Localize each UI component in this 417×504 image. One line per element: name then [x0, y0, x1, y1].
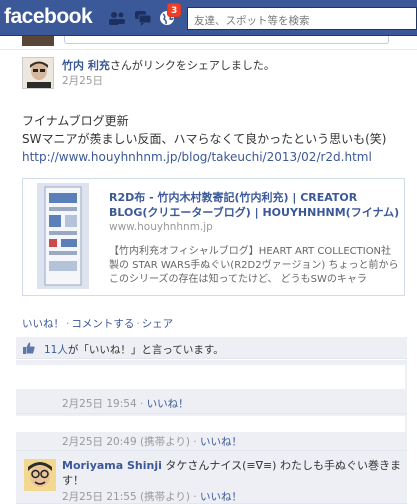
comment-meta: 2月25日 20:49 (携帯より) · いいね！ — [62, 436, 242, 448]
likes-summary: 11人が「いいね！」と言っています。 — [16, 337, 407, 359]
likes-count-link[interactable]: 11人 — [44, 344, 68, 356]
messages-icon[interactable] — [134, 10, 152, 26]
post-action-text: さんがリンクをシェアしました。 — [109, 59, 275, 72]
like-link[interactable]: いいね！ — [22, 318, 64, 330]
friend-requests-icon[interactable] — [108, 10, 126, 26]
comment-timestamp[interactable]: 2月25日 20:49 (携帯より) — [62, 436, 190, 448]
attachment-description: 【竹内利充オフィシャルブログ】HEART ART COLLECTION社製の S… — [109, 246, 399, 285]
comment-like-link[interactable]: いいね！ — [200, 436, 242, 448]
comment-like-link[interactable]: いいね！ — [200, 491, 242, 503]
comment-meta: 2月25日 21:55 (携帯より) · いいね！ — [62, 491, 242, 503]
search-input[interactable]: 友達、スポット等を検索 — [187, 7, 417, 30]
comment-timestamp[interactable]: 2月25日 19:54 — [62, 398, 137, 410]
author-name-link[interactable]: 竹内 利充 — [62, 59, 110, 72]
commenter-avatar[interactable] — [24, 459, 56, 491]
post-actions: いいね！ · コメントする · シェア — [22, 316, 173, 331]
post-link[interactable]: http://www.houyhnhnm.jp/blog/takeuchi/20… — [22, 148, 387, 166]
post-text-line2: SWマニアが羨ましい反面、ハマらなくて良かったという思いも(笑) — [22, 132, 387, 146]
comment-content-redacted — [16, 416, 405, 432]
post-timestamp[interactable]: 2月25日 — [62, 73, 103, 88]
previous-post-comment-box — [64, 36, 389, 44]
post-header: 竹内 利充さんがリンクをシェアしました。 — [62, 57, 275, 73]
comment-item: 2月25日 19:54 · いいね！ — [16, 360, 407, 414]
author-avatar[interactable] — [22, 57, 54, 89]
attachment-thumbnail[interactable] — [37, 183, 89, 289]
notification-count-badge: 3 — [167, 3, 182, 17]
facebook-logo[interactable]: facebook — [4, 5, 93, 29]
share-link[interactable]: シェア — [142, 318, 174, 330]
post-divider — [0, 49, 417, 50]
thumbs-up-icon — [23, 342, 35, 354]
comment-link[interactable]: コメントする — [71, 318, 134, 330]
comment-item: Moriyama Shinji タケさんナイス(≡∇≡) わたしも手ぬぐい巻きま… — [16, 451, 407, 504]
post-text-line1: フイナムブログ更新 — [22, 114, 129, 128]
action-separator: · — [136, 318, 140, 330]
comment-text: Moriyama Shinji タケさんナイス(≡∇≡) わたしも手ぬぐい巻きま… — [62, 458, 402, 488]
top-bar: facebook 3 友達、スポット等を検索 — [0, 0, 417, 36]
link-attachment[interactable]: R2D布 - 竹内木村敦寄記(竹内利充) | CREATOR BLOG(クリエー… — [22, 178, 405, 296]
comment-item: 2月25日 20:49 (携帯より) · いいね！ — [16, 414, 407, 451]
commenter-name-link[interactable]: Moriyama Shinji — [62, 459, 162, 472]
attachment-url: www.houyhnhnm.jp — [109, 221, 213, 233]
likes-suffix: が「いいね！」と言っています。 — [67, 344, 224, 356]
action-separator: · — [66, 318, 70, 330]
comment-timestamp[interactable]: 2月25日 21:55 (携帯より) — [62, 491, 190, 503]
comment-like-link[interactable]: いいね！ — [147, 398, 189, 410]
comment-content-redacted — [16, 365, 405, 389]
previous-post-avatar[interactable] — [22, 36, 54, 46]
post-body: フイナムブログ更新 SWマニアが羨ましい反面、ハマらなくて良かったという思いも(… — [22, 112, 387, 166]
comment-meta: 2月25日 19:54 · いいね！ — [62, 398, 189, 410]
attachment-title-link[interactable]: R2D布 - 竹内木村敦寄記(竹内利充) | CREATOR BLOG(クリエー… — [109, 190, 401, 220]
